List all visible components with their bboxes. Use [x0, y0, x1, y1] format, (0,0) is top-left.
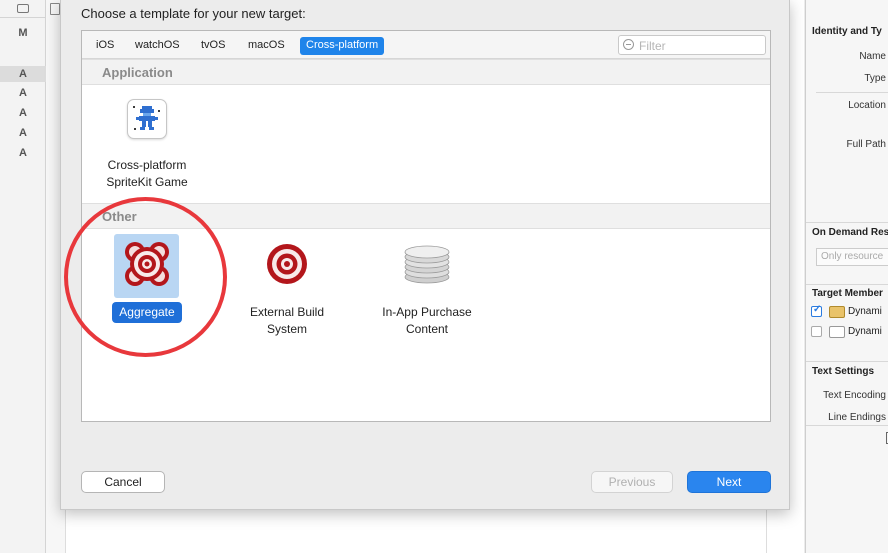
filter-field[interactable]: Filter: [618, 35, 766, 55]
tab-tvos[interactable]: tvOS: [195, 37, 231, 55]
full-path-label: Full Path: [846, 139, 886, 150]
external-build-target-icon: [264, 241, 310, 287]
divider: [806, 222, 888, 223]
resource-tags-input[interactable]: Only resource: [816, 248, 888, 266]
sheet-title: Choose a template for your new target:: [81, 6, 306, 21]
template-in-app-purchase-content[interactable]: In-App Purchase Content: [362, 243, 492, 338]
divider: [806, 284, 888, 285]
target-folder-icon: [829, 306, 845, 318]
tab-ios[interactable]: iOS: [90, 37, 120, 55]
file-inspector: Identity and Ty Name Type Location Full …: [805, 0, 888, 553]
divider: [806, 361, 888, 362]
tab-watchos[interactable]: watchOS: [129, 37, 186, 55]
cancel-button[interactable]: Cancel: [81, 471, 165, 493]
status-letter: A: [19, 87, 27, 99]
template-label: Content: [405, 322, 449, 336]
comment-icon[interactable]: [16, 4, 29, 13]
rail-toolbar: [0, 0, 45, 18]
identity-section-title: Identity and Ty: [812, 26, 882, 37]
section-heading: Other: [102, 209, 137, 224]
status-letter: A: [19, 147, 27, 159]
divider: [766, 505, 767, 553]
next-button[interactable]: Next: [687, 471, 771, 493]
divider: [816, 92, 888, 93]
template-spritekit-game[interactable]: Cross-platform SpriteKit Game: [82, 99, 212, 191]
template-panel: iOS watchOS tvOS macOS Cross-platform Fi…: [81, 30, 771, 422]
status-letter: A: [19, 127, 27, 139]
template-chooser-sheet: Choose a template for your new target: i…: [60, 0, 790, 510]
aggregate-target-icon: [121, 238, 173, 290]
status-letter: A: [19, 107, 27, 119]
section-heading: Application: [102, 65, 173, 80]
tab-cross-platform[interactable]: Cross-platform: [300, 37, 385, 55]
spritekit-game-icon: [127, 99, 167, 139]
template-label-selected: Aggregate: [112, 302, 182, 323]
text-settings-section-title: Text Settings: [812, 366, 875, 377]
membership-checkbox[interactable]: [811, 326, 822, 337]
template-label: Cross-platform: [107, 158, 187, 172]
previous-button[interactable]: Previous: [591, 471, 673, 493]
divider: [806, 425, 888, 426]
location-label: Location: [848, 100, 886, 111]
platform-tabs: iOS watchOS tvOS macOS Cross-platform Fi…: [82, 31, 770, 59]
membership-checkbox[interactable]: [811, 304, 822, 317]
membership-target-label: Dynami: [848, 306, 882, 317]
type-label: Type: [864, 73, 886, 84]
document-icon[interactable]: [50, 3, 60, 15]
section-header-application: Application: [82, 59, 770, 85]
target-membership-section-title: Target Member: [812, 288, 883, 299]
coin-stack-icon: [402, 243, 452, 285]
membership-target-label: Dynami: [848, 326, 882, 337]
template-aggregate[interactable]: Aggregate: [82, 238, 212, 323]
filter-placeholder: Filter: [639, 39, 666, 53]
target-folder-icon: [829, 326, 845, 338]
filter-icon: [623, 39, 634, 50]
template-label: External Build: [249, 305, 325, 319]
section-header-other: Other: [82, 203, 770, 229]
name-label: Name: [859, 51, 886, 62]
text-encoding-label: Text Encoding: [823, 390, 886, 401]
template-label: SpriteKit Game: [106, 175, 188, 189]
status-letter: A: [0, 66, 46, 82]
template-external-build-system[interactable]: External Build System: [222, 241, 352, 338]
navigator-rail: M A A A A A: [0, 0, 46, 553]
line-endings-label: Line Endings: [828, 412, 886, 423]
on-demand-section-title: On Demand Res: [812, 227, 888, 238]
status-letter: M: [18, 27, 28, 39]
tab-macos[interactable]: macOS: [242, 37, 291, 55]
template-label: In-App Purchase: [382, 305, 472, 319]
template-label: System: [266, 322, 307, 336]
